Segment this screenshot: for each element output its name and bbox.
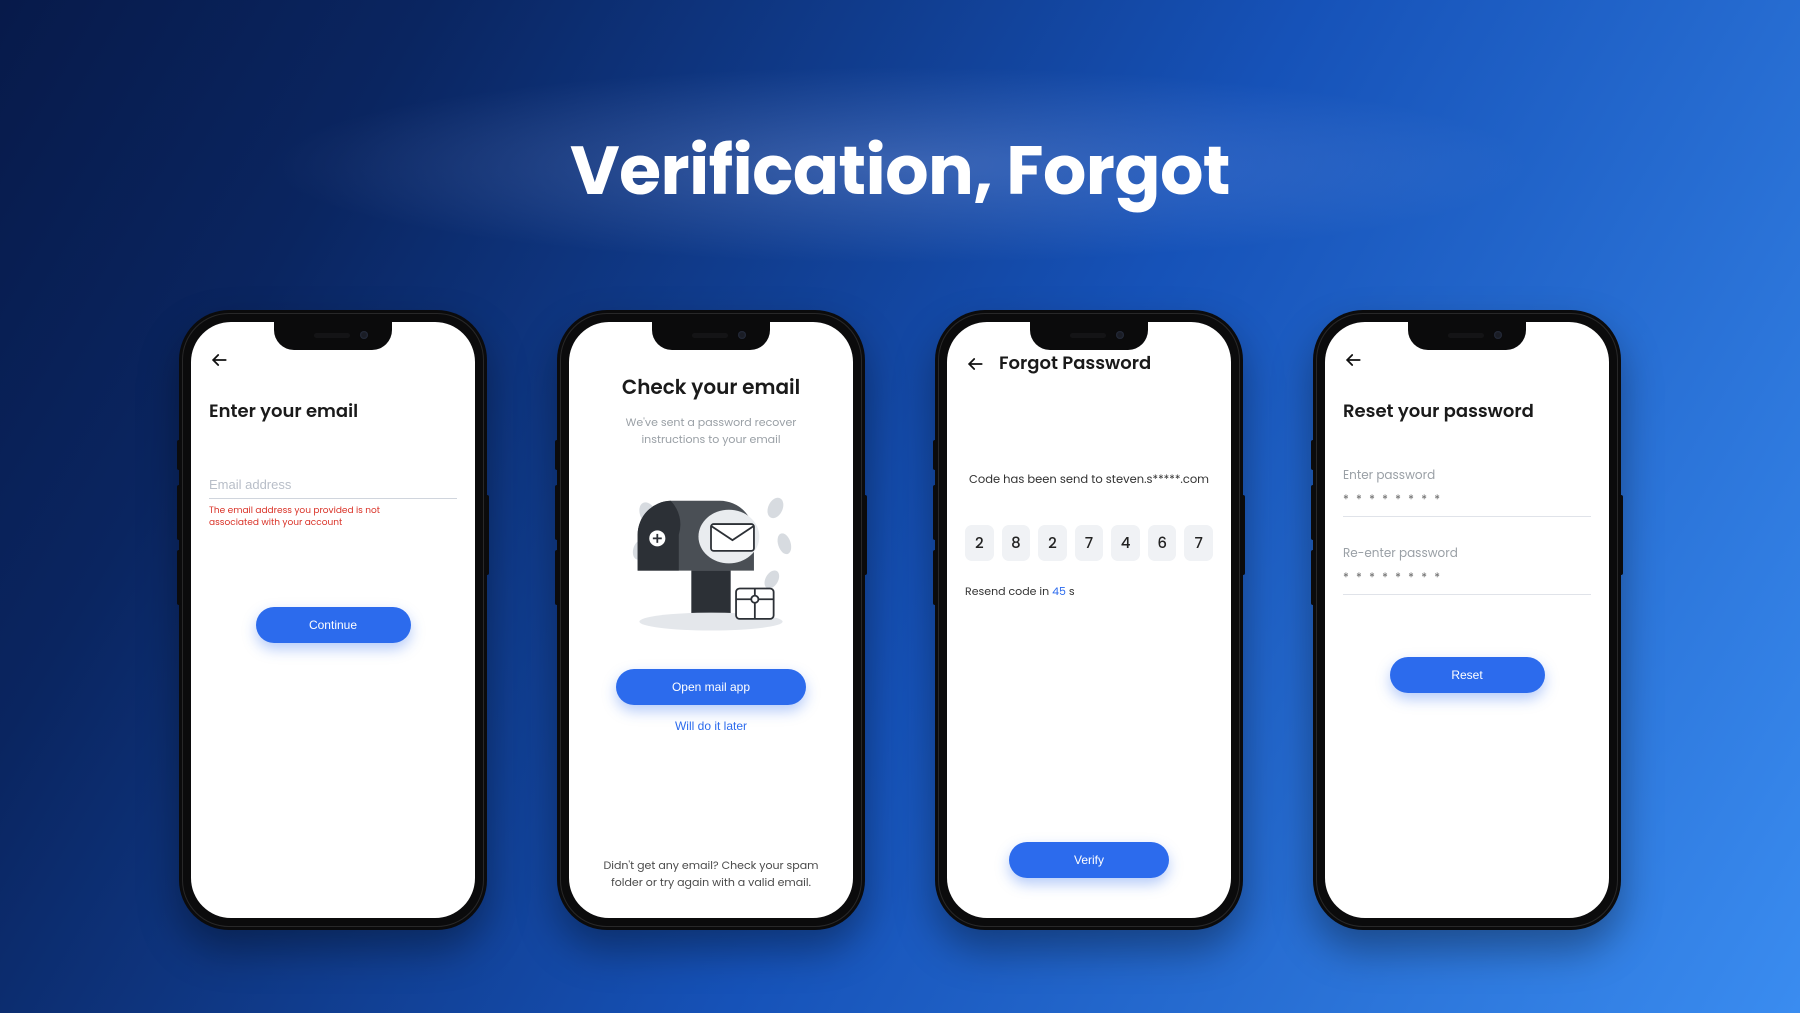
email-input[interactable] bbox=[209, 473, 457, 499]
continue-button[interactable]: Continue bbox=[256, 607, 411, 643]
code-digit[interactable]: 7 bbox=[1184, 525, 1213, 561]
code-digit[interactable]: 8 bbox=[1002, 525, 1031, 561]
reset-button[interactable]: Reset bbox=[1390, 657, 1545, 693]
code-digit[interactable]: 2 bbox=[1038, 525, 1067, 561]
footer-note: Didn't get any email? Check your spam fo… bbox=[595, 857, 827, 890]
code-digit[interactable]: 2 bbox=[965, 525, 994, 561]
phone-forgot-password: Forgot Password Code has been send to st… bbox=[935, 310, 1243, 930]
code-digit[interactable]: 4 bbox=[1111, 525, 1140, 561]
screen-heading: Reset your password bbox=[1343, 398, 1591, 425]
back-arrow-icon[interactable] bbox=[1343, 350, 1363, 370]
phone-reset-password: Reset your password Enter password * * *… bbox=[1313, 310, 1621, 930]
phone-enter-email: Enter your email The email address you p… bbox=[179, 310, 487, 930]
mailbox-illustration-icon bbox=[621, 465, 801, 635]
open-mail-app-button[interactable]: Open mail app bbox=[616, 669, 806, 705]
screen-heading: Forgot Password bbox=[999, 350, 1151, 377]
screen-heading: Check your email bbox=[587, 372, 835, 402]
code-input-row[interactable]: 2 8 2 7 4 6 7 bbox=[965, 525, 1213, 561]
back-arrow-icon[interactable] bbox=[965, 354, 985, 374]
verify-button[interactable]: Verify bbox=[1009, 842, 1169, 878]
code-sent-text: Code has been send to steven.s*****.com bbox=[965, 472, 1213, 489]
page-title: Verification, Forgot bbox=[0, 120, 1800, 222]
screen-heading: Enter your email bbox=[209, 398, 457, 425]
password-input[interactable]: * * * * * * * * bbox=[1343, 489, 1591, 517]
back-arrow-icon[interactable] bbox=[209, 350, 229, 370]
phone-check-email: Check your email We've sent a password r… bbox=[557, 310, 865, 930]
resend-timer: Resend code in 45 s bbox=[965, 583, 1213, 600]
reenter-password-label: Re-enter password bbox=[1343, 545, 1591, 563]
will-do-later-button[interactable]: Will do it later bbox=[675, 719, 747, 733]
code-digit[interactable]: 7 bbox=[1075, 525, 1104, 561]
phones-row: Enter your email The email address you p… bbox=[0, 310, 1800, 930]
reenter-password-input[interactable]: * * * * * * * * bbox=[1343, 567, 1591, 595]
error-message: The email address you provided is not as… bbox=[209, 505, 409, 529]
code-digit[interactable]: 6 bbox=[1148, 525, 1177, 561]
screen-subtext: We've sent a password recover instructio… bbox=[601, 414, 821, 447]
enter-password-label: Enter password bbox=[1343, 467, 1591, 485]
